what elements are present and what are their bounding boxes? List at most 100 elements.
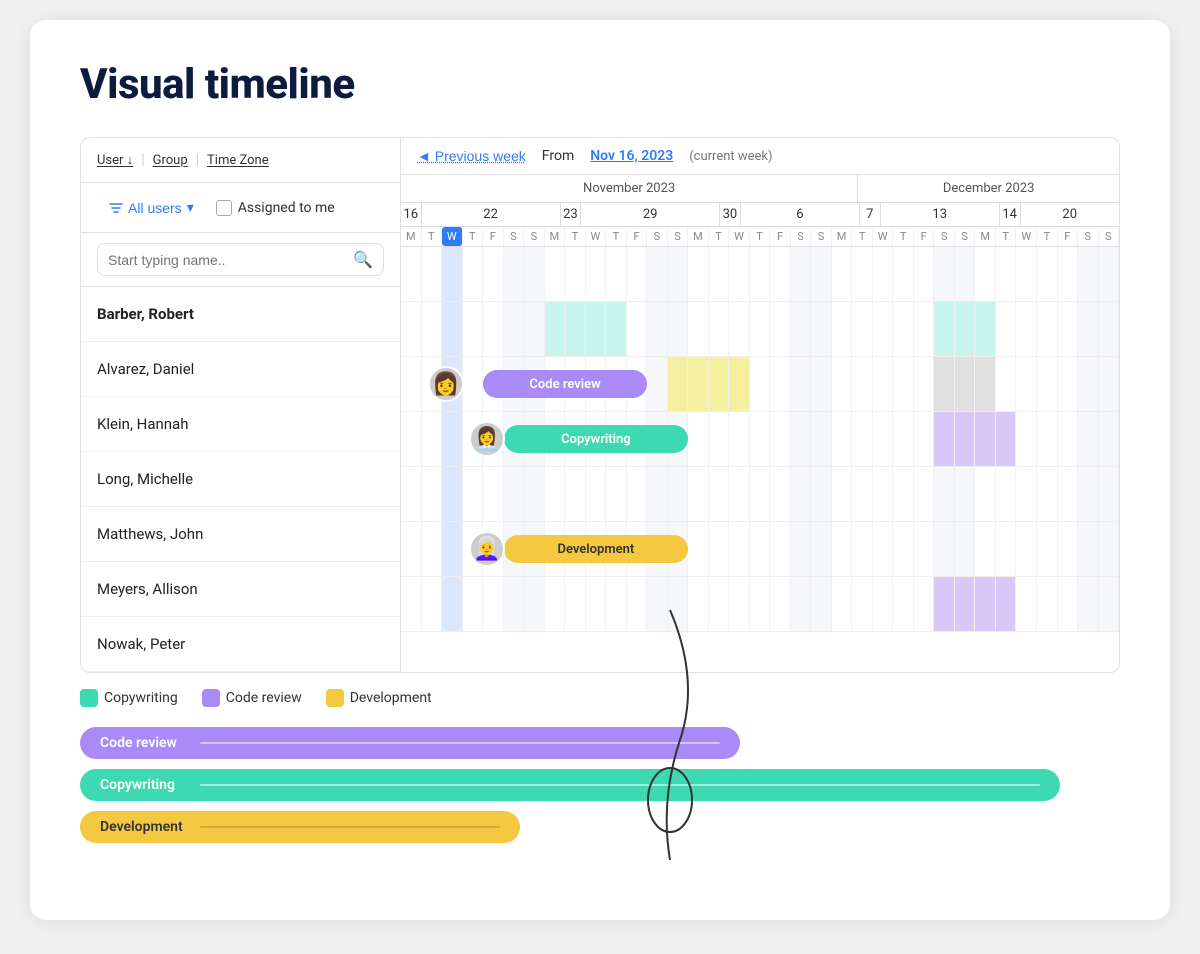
group-filter-tab[interactable]: Group: [153, 153, 188, 168]
grid-cell-6-2: [442, 577, 463, 631]
from-date[interactable]: Nov 16, 2023: [590, 148, 673, 164]
grid-cell-6-13: [668, 577, 689, 631]
grid-cell-3-16: [729, 412, 750, 466]
grid-cell-3-28: [975, 412, 996, 466]
bottom-bar-copywriting: Copywriting: [80, 769, 1060, 801]
task-bar-code-review[interactable]: Code review: [483, 370, 647, 398]
grid-cell-6-33: [1078, 577, 1099, 631]
legend-development: Development: [326, 689, 432, 707]
grid-cell-5-27: [955, 522, 976, 576]
grid-cell-2-24: [893, 357, 914, 411]
grid-cell-3-1: [422, 412, 443, 466]
grid-cell-6-7: [545, 577, 566, 631]
grid-cell-6-14: [688, 577, 709, 631]
grid-cell-5-2: [442, 522, 463, 576]
grid-cell-1-1: [422, 302, 443, 356]
week-23: 23: [561, 203, 582, 226]
grid-cell-5-32: [1058, 522, 1079, 576]
grid-cell-6-34: [1099, 577, 1119, 631]
prev-week-button[interactable]: ◄ Previous week: [417, 148, 526, 164]
task-bar-development[interactable]: Development: [504, 535, 689, 563]
task-bar-copywriting[interactable]: Copywriting: [504, 425, 689, 453]
grid-cell-0-26: [934, 247, 955, 301]
grid-cell-0-33: [1078, 247, 1099, 301]
grid-cell-6-12: [647, 577, 668, 631]
grid-cell-4-4: [483, 467, 504, 521]
grid-cell-6-27: [955, 577, 976, 631]
code-review-dot: [202, 689, 220, 707]
grid-cell-6-26: [934, 577, 955, 631]
day-cell-8: T: [565, 227, 586, 246]
user-row-2[interactable]: Klein, Hannah: [81, 397, 400, 452]
day-cell-34: S: [1099, 227, 1119, 246]
grid-cell-2-28: [975, 357, 996, 411]
day-cell-12: S: [647, 227, 668, 246]
grid-cell-1-31: [1037, 302, 1058, 356]
week-6: 6: [741, 203, 860, 226]
grid-cell-0-23: [873, 247, 894, 301]
grid-cell-0-16: [729, 247, 750, 301]
grid-cell-3-34: [1099, 412, 1119, 466]
day-cell-1: T: [422, 227, 443, 246]
grid-cell-4-2: [442, 467, 463, 521]
bottom-bars: Code review Copywriting Development: [80, 727, 1120, 843]
grid-cell-2-15: [709, 357, 730, 411]
user-row-3[interactable]: Long, Michelle: [81, 452, 400, 507]
avatar-code-review: 👩: [428, 366, 464, 402]
grid-cell-4-24: [893, 467, 914, 521]
grid-cell-1-19: [791, 302, 812, 356]
user-row-4[interactable]: Matthews, John: [81, 507, 400, 562]
week-22: 22: [422, 203, 561, 226]
grid-cell-3-24: [893, 412, 914, 466]
grid-cell-4-27: [955, 467, 976, 521]
grid-cell-5-31: [1037, 522, 1058, 576]
grid-cell-2-31: [1037, 357, 1058, 411]
grid-cell-5-15: [709, 522, 730, 576]
grid-cell-1-21: [832, 302, 853, 356]
timezone-filter-tab[interactable]: Time Zone: [207, 153, 269, 168]
grid-cell-0-28: [975, 247, 996, 301]
assigned-checkbox[interactable]: [216, 200, 232, 216]
grid-cell-0-7: [545, 247, 566, 301]
user-row-1[interactable]: Alvarez, Daniel: [81, 342, 400, 397]
week-16: 16: [401, 203, 422, 226]
timeline-row-6: [401, 577, 1119, 632]
grid-cell-5-22: [852, 522, 873, 576]
grid-cell-4-19: [791, 467, 812, 521]
day-cell-21: M: [832, 227, 853, 246]
grid-cell-4-1: [422, 467, 443, 521]
day-cell-31: T: [1037, 227, 1058, 246]
legend-copywriting: Copywriting: [80, 689, 178, 707]
grid-cell-5-33: [1078, 522, 1099, 576]
grid-cell-2-20: [811, 357, 832, 411]
user-row-5[interactable]: Meyers, Allison: [81, 562, 400, 617]
grid-cell-6-21: [832, 577, 853, 631]
grid-cell-3-21: [832, 412, 853, 466]
day-cell-15: T: [709, 227, 730, 246]
day-cell-25: F: [914, 227, 935, 246]
copywriting-dot: [80, 689, 98, 707]
grid-cell-4-20: [811, 467, 832, 521]
grid-cell-4-5: [504, 467, 525, 521]
grid-cell-0-10: [606, 247, 627, 301]
user-row-0[interactable]: Barber, Robert: [81, 287, 400, 342]
grid-cell-0-11: [627, 247, 648, 301]
user-row-6[interactable]: Nowak, Peter: [81, 617, 400, 672]
grid-cell-0-8: [565, 247, 586, 301]
grid-cell-0-3: [463, 247, 484, 301]
all-users-button[interactable]: All users ▾: [97, 193, 206, 222]
user-filter-tab[interactable]: User ↓: [97, 152, 133, 168]
grid-cell-1-2: [442, 302, 463, 356]
grid-cell-2-14: [688, 357, 709, 411]
grid-cell-3-33: [1078, 412, 1099, 466]
day-cell-26: S: [934, 227, 955, 246]
search-input[interactable]: [108, 252, 347, 268]
day-cell-14: M: [688, 227, 709, 246]
day-cell-28: M: [975, 227, 996, 246]
avatar-copywriting: 👩‍💼: [469, 421, 505, 457]
grid-cell-2-23: [873, 357, 894, 411]
grid-cell-2-30: [1016, 357, 1037, 411]
grid-cell-6-8: [565, 577, 586, 631]
day-cell-33: S: [1078, 227, 1099, 246]
grid-cell-1-9: [586, 302, 607, 356]
